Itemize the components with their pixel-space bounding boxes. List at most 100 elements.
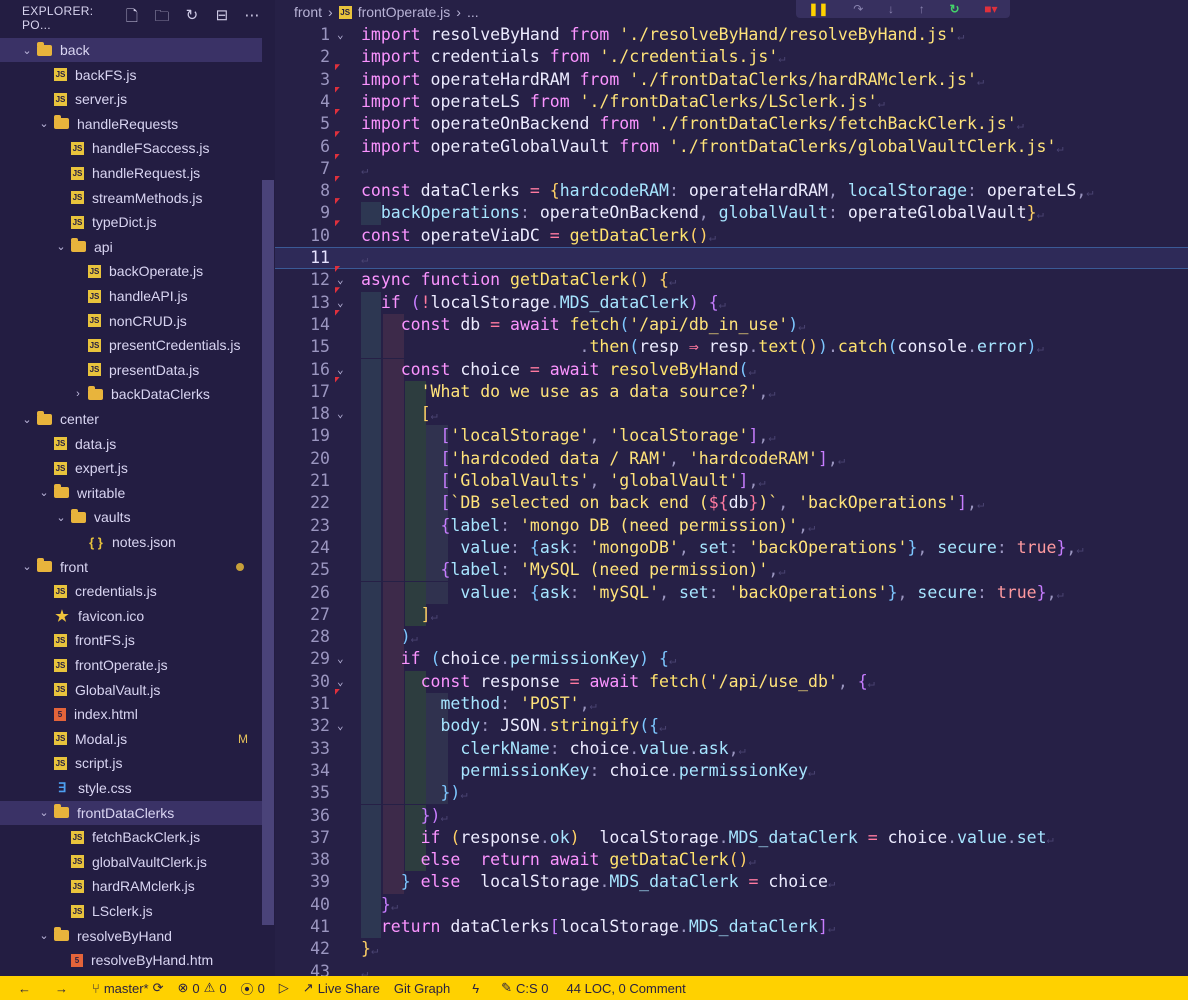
tree-folder[interactable]: ⌄ api xyxy=(0,235,262,259)
tree-file[interactable]: JS expert.js xyxy=(0,456,262,480)
tree-file[interactable]: 5 resolveByHand.htm xyxy=(0,948,262,972)
code-line[interactable]: 14 const db = await fetch('/api/db_in_us… xyxy=(275,313,1188,337)
code-line[interactable]: 35 })↵ xyxy=(275,782,1188,805)
forward-arrow-icon[interactable]: → xyxy=(55,981,68,996)
fold-chevron-icon[interactable]: ⌄ xyxy=(337,24,344,46)
tree-file[interactable]: JS nonCRUD.js xyxy=(0,309,262,333)
code-line[interactable]: 16 ⌄ const choice = await resolveByHand(↵ xyxy=(275,358,1188,383)
tree-file[interactable]: JS frontOperate.js xyxy=(0,653,262,677)
tree-file[interactable]: JS data.js xyxy=(0,432,262,456)
tree-file[interactable]: JS frontFS.js xyxy=(0,628,262,652)
sidebar-scrollbar[interactable] xyxy=(262,180,274,925)
code-line[interactable]: 29 ⌄ if (choice.permissionKey) {↵ xyxy=(275,648,1188,671)
tree-folder[interactable]: ⌄ front xyxy=(0,555,262,579)
stop-icon[interactable]: ■▾ xyxy=(984,2,997,16)
code-line[interactable]: 13 ⌄ if (!localStorage.MDS_dataClerk) {↵ xyxy=(275,291,1188,316)
tree-file[interactable]: JS handleRequest.js xyxy=(0,161,262,185)
code-line[interactable]: 1 ⌄ import resolveByHand from './resolveBy… xyxy=(275,24,1188,46)
tree-file[interactable]: 5 index.html xyxy=(0,702,262,726)
code-line[interactable]: 36 })↵ xyxy=(275,804,1188,827)
code-line[interactable]: 39 } else localStorage.MDS_dataClerk = c… xyxy=(275,871,1188,894)
collapse-icon[interactable]: ⊟ xyxy=(213,6,231,31)
tree-file[interactable]: JS backFS.js xyxy=(0,63,262,87)
code-line[interactable]: 32 ⌄ body: JSON.stringify({↵ xyxy=(275,715,1188,738)
code-line[interactable]: 5 import operateOnBackend from './frontDa… xyxy=(275,113,1188,138)
tree-file[interactable]: JS handleAPI.js xyxy=(0,284,262,308)
code-line[interactable]: 30 ⌄ const response = await fetch('/api/u… xyxy=(275,670,1188,695)
tree-folder[interactable]: ⌄ writable xyxy=(0,481,262,505)
git-graph[interactable]: Git Graph xyxy=(394,981,450,996)
code-line[interactable]: 12 ⌄ async function getDataClerk() {↵ xyxy=(275,269,1188,294)
problems[interactable]: ⊗ 0 ⚠ 0 xyxy=(178,980,227,996)
code-line[interactable]: 17 'What do we use as a data source?',↵ xyxy=(275,380,1188,404)
tree-folder[interactable]: ⌄ back xyxy=(0,38,262,62)
tree-file[interactable]: ★ favicon.ico xyxy=(0,604,262,628)
run-icon[interactable]: ▷ xyxy=(279,980,289,996)
code-line[interactable]: 33 clerkName: choice.value.ask,↵ xyxy=(275,737,1188,760)
code-line[interactable]: 22 [`DB selected on back end (${db})`, '… xyxy=(275,492,1188,515)
tree-file[interactable]: JS credentials.js xyxy=(0,579,262,603)
tree-folder[interactable]: ⌄ vaults xyxy=(0,505,262,529)
code-line[interactable]: 34 permissionKey: choice.permissionKey↵ xyxy=(275,759,1188,783)
code-line[interactable]: 26 value: {ask: 'mySQL', set: 'backOpera… xyxy=(275,581,1188,604)
tree-file[interactable]: JS typeDict.js xyxy=(0,210,262,234)
tree-file[interactable]: JS Modal.js M xyxy=(0,727,262,751)
tree-file[interactable]: JS globalVaultClerk.js xyxy=(0,850,262,874)
code-line[interactable]: 23 {label: 'mongo DB (need permission)',… xyxy=(275,514,1188,537)
ports[interactable]: ⦿ 0 xyxy=(241,979,265,998)
tree-folder[interactable]: ⌄ handleRequests xyxy=(0,112,262,136)
code-line[interactable]: 2 import credentials from './credentials.… xyxy=(275,46,1188,71)
refresh-icon[interactable]: ↻ xyxy=(183,6,201,31)
code-stats[interactable]: ✎ C:S 0 xyxy=(501,980,548,996)
tree-file[interactable]: JS hardRAMclerk.js xyxy=(0,874,262,898)
code-line[interactable]: 41 return dataClerks[localStorage.MDS_da… xyxy=(275,916,1188,939)
code-line[interactable]: 6 import operateGlobalVault from './front… xyxy=(275,136,1188,160)
back-arrow-icon[interactable]: ← xyxy=(18,981,31,996)
new-file-icon[interactable]: 🗋 xyxy=(123,6,141,31)
code-line[interactable]: 28 )↵ xyxy=(275,626,1188,649)
tree-file[interactable]: JS handleFSaccess.js xyxy=(0,136,262,160)
fold-chevron-icon[interactable]: ⌄ xyxy=(337,359,344,381)
code-line[interactable]: 3 import operateHardRAM from './frontData… xyxy=(275,69,1188,93)
tree-folder[interactable]: › backDataClerks xyxy=(0,382,262,406)
code-line[interactable]: 18 ⌄ [↵ xyxy=(275,403,1188,426)
fold-chevron-icon[interactable]: ⌄ xyxy=(337,648,344,670)
live-share[interactable]: ↗ Live Share xyxy=(303,980,380,996)
fold-chevron-icon[interactable]: ⌄ xyxy=(337,403,344,425)
tree-file[interactable]: { } notes.json xyxy=(0,530,262,554)
fold-chevron-icon[interactable]: ⌄ xyxy=(337,292,344,314)
tree-file[interactable]: JS GlobalVault.js xyxy=(0,678,262,702)
code-line[interactable]: 8 const dataClerks = {hardcodeRAM: operat… xyxy=(275,180,1188,205)
tree-file[interactable]: JS streamMethods.js xyxy=(0,186,262,210)
tree-file[interactable]: JS backOperate.js xyxy=(0,259,262,283)
code-line[interactable]: 9 backOperations: operateOnBackend, glob… xyxy=(275,202,1188,227)
step-into-icon[interactable]: ↓ xyxy=(888,2,894,16)
code-editor[interactable]: 1 ⌄ import resolveByHand from './resolveBy… xyxy=(275,24,1188,976)
git-branch[interactable]: ⑂ master* ⟳ xyxy=(92,980,164,996)
pause-icon[interactable]: ❚❚ xyxy=(808,2,828,16)
tree-file[interactable]: JS LSclerk.js xyxy=(0,899,262,923)
code-line[interactable]: 27 ]↵ xyxy=(275,603,1188,627)
code-line[interactable]: 4 import operateLS from './frontDataClerk… xyxy=(275,91,1188,115)
step-out-icon[interactable]: ↑ xyxy=(919,2,925,16)
code-line[interactable]: 42}↵ xyxy=(275,938,1188,960)
tree-file[interactable]: JS presentData.js xyxy=(0,358,262,382)
code-line[interactable]: 37 if (response.ok) localStorage.MDS_dat… xyxy=(275,826,1188,850)
lightning-icon[interactable]: ϟ xyxy=(472,981,479,996)
tree-file[interactable]: ∃ style.css xyxy=(0,776,262,800)
breadcrumb-tail[interactable]: ... xyxy=(467,4,479,20)
fold-chevron-icon[interactable]: ⌄ xyxy=(337,715,344,737)
code-line[interactable]: 21 ['GlobalVaults', 'globalVault'],↵ xyxy=(275,470,1188,493)
fold-chevron-icon[interactable]: ⌄ xyxy=(337,269,344,291)
breadcrumb-file[interactable]: frontOperate.js xyxy=(358,4,451,20)
tree-folder[interactable]: ⌄ frontDataClerks xyxy=(0,800,262,825)
code-line[interactable]: 38 else return await getDataClerk()↵ xyxy=(275,849,1188,872)
new-folder-icon[interactable]: 🗀 xyxy=(153,6,171,31)
loc-count[interactable]: 44 LOC, 0 Comment xyxy=(567,981,686,996)
code-line[interactable]: 20 ['hardcoded data / RAM', 'hardcodeRAM… xyxy=(275,447,1188,470)
breadcrumb-folder[interactable]: front xyxy=(294,4,322,20)
code-line[interactable]: 11 ↵ xyxy=(275,247,1188,272)
tree-file[interactable]: JS fetchBackClerk.js xyxy=(0,825,262,849)
tree-folder[interactable]: ⌄ center xyxy=(0,407,262,431)
restart-icon[interactable]: ↻ xyxy=(949,2,959,16)
